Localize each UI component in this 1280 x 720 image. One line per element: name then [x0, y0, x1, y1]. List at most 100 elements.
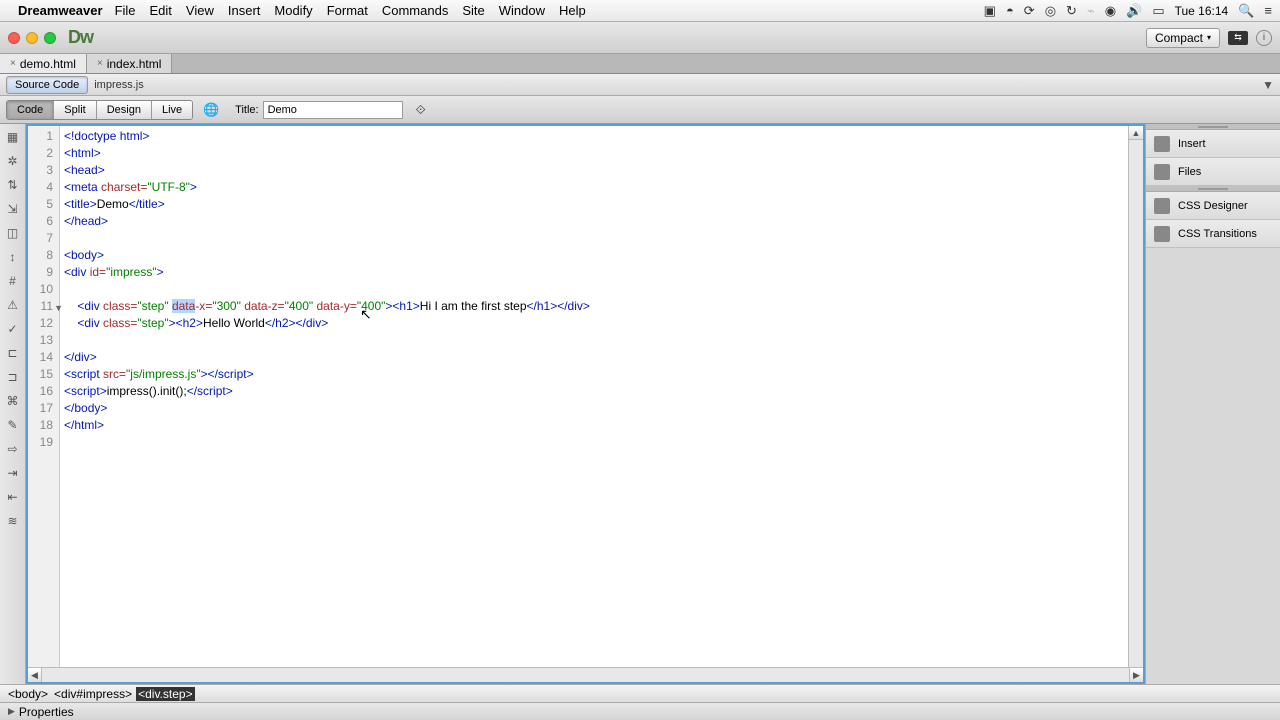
close-tab-icon[interactable]: ×	[97, 58, 103, 69]
help-icon[interactable]: i	[1256, 30, 1272, 46]
filter-icon[interactable]: ▼	[1262, 78, 1274, 92]
sync-settings-icon[interactable]: ⇆	[1228, 31, 1248, 45]
screen-icon[interactable]: ▣	[984, 3, 996, 19]
notifications-icon[interactable]: ≡	[1264, 3, 1272, 18]
wrap-tag-icon[interactable]: ⌘	[4, 392, 22, 410]
panel-insert[interactable]: Insert	[1146, 130, 1280, 158]
target-icon[interactable]: ◎	[1045, 3, 1056, 19]
panel-label: CSS Designer	[1178, 200, 1248, 212]
view-split-button[interactable]: Split	[54, 101, 96, 119]
collapse-icon[interactable]: ⇅	[4, 176, 22, 194]
menu-insert[interactable]: Insert	[228, 3, 261, 18]
volume-icon[interactable]: 🔊	[1126, 3, 1142, 19]
menu-window[interactable]: Window	[499, 3, 545, 18]
remove-comment-icon[interactable]: ⊐	[4, 368, 22, 386]
menu-modify[interactable]: Modify	[274, 3, 312, 18]
document-tabs: × demo.html × index.html	[0, 54, 1280, 74]
menu-site[interactable]: Site	[462, 3, 484, 18]
code-editor-body[interactable]: 1234567891011▼1213141516171819 <!doctype…	[28, 126, 1143, 667]
menu-view[interactable]: View	[186, 3, 214, 18]
workspace-switcher[interactable]: Compact ▾	[1146, 28, 1220, 48]
crumb-div-step[interactable]: <div.step>	[136, 687, 194, 701]
view-switcher: Code Split Design Live	[6, 100, 193, 120]
vertical-scrollbar[interactable]: ▲	[1128, 126, 1143, 667]
css-transitions-icon	[1154, 226, 1170, 242]
chevron-right-icon: ▶	[8, 706, 15, 717]
open-documents-icon[interactable]: ▦	[4, 128, 22, 146]
outdent-icon[interactable]: ⇤	[4, 488, 22, 506]
code-area[interactable]: <!doctype html><html><head><meta charset…	[60, 126, 1128, 667]
highlight-invalid-icon[interactable]: ⚠	[4, 296, 22, 314]
zoom-window-button[interactable]	[44, 32, 56, 44]
tab-demo-html[interactable]: × demo.html	[0, 54, 87, 73]
indent-icon[interactable]: ⇥	[4, 464, 22, 482]
document-toolbar: Code Split Design Live 🌐 Title: ⟐	[0, 96, 1280, 124]
menu-file[interactable]: File	[115, 3, 136, 18]
main-area: ▦ ✲ ⇅ ⇲ ◫ ↕ # ⚠ ✓ ⊏ ⊐ ⌘ ✎ ⇨ ⇥ ⇤ ≋ 123456…	[0, 124, 1280, 684]
line-number-gutter: 1234567891011▼1213141516171819	[28, 126, 60, 667]
close-tab-icon[interactable]: ×	[10, 58, 16, 69]
recent-snippets-icon[interactable]: ✎	[4, 416, 22, 434]
code-editor: 1234567891011▼1213141516171819 <!doctype…	[26, 124, 1145, 684]
cc-icon[interactable]: ◓	[1006, 3, 1014, 18]
menu-help[interactable]: Help	[559, 3, 586, 18]
line-numbers-icon[interactable]: #	[4, 272, 22, 290]
view-live-button[interactable]: Live	[152, 101, 192, 119]
insert-icon	[1154, 136, 1170, 152]
format-source-icon[interactable]: ≋	[4, 512, 22, 530]
properties-panel-header[interactable]: ▶ Properties	[0, 702, 1280, 720]
battery-icon[interactable]: ▭	[1152, 3, 1164, 19]
close-window-button[interactable]	[8, 32, 20, 44]
select-parent-icon[interactable]: ◫	[4, 224, 22, 242]
coding-toolbar: ▦ ✲ ⇅ ⇲ ◫ ↕ # ⚠ ✓ ⊏ ⊐ ⌘ ✎ ⇨ ⇥ ⇤ ≋	[0, 124, 26, 684]
menubar-clock[interactable]: Tue 16:14	[1175, 4, 1229, 18]
panel-css-transitions[interactable]: CSS Transitions	[1146, 220, 1280, 248]
minimize-window-button[interactable]	[26, 32, 38, 44]
syntax-error-icon[interactable]: ✓	[4, 320, 22, 338]
crumb-div-impress[interactable]: <div#impress>	[52, 687, 134, 701]
source-code-button[interactable]: Source Code	[6, 76, 88, 94]
scroll-right-arrow[interactable]: ▶	[1129, 668, 1143, 682]
dreamweaver-logo: Dw	[68, 27, 93, 48]
view-design-button[interactable]: Design	[97, 101, 152, 119]
menu-commands[interactable]: Commands	[382, 3, 448, 18]
expand-all-icon[interactable]: ⇲	[4, 200, 22, 218]
tag-selector-breadcrumb: <body> <div#impress> <div.step>	[0, 684, 1280, 702]
view-code-button[interactable]: Code	[7, 101, 54, 119]
wifi-icon[interactable]: ◉	[1105, 3, 1116, 19]
tab-label: index.html	[107, 57, 162, 71]
traffic-lights	[8, 32, 56, 44]
spotlight-icon[interactable]: 🔍	[1238, 3, 1254, 19]
move-css-icon[interactable]: ⇨	[4, 440, 22, 458]
crumb-body[interactable]: <body>	[6, 687, 50, 701]
show-code-navigator-icon[interactable]: ✲	[4, 152, 22, 170]
apply-comment-icon[interactable]: ⊏	[4, 344, 22, 362]
scroll-up-arrow[interactable]: ▲	[1129, 126, 1143, 140]
menu-edit[interactable]: Edit	[150, 3, 172, 18]
files-icon	[1154, 164, 1170, 180]
title-input[interactable]	[263, 101, 403, 119]
panel-label: CSS Transitions	[1178, 228, 1257, 240]
tab-index-html[interactable]: × index.html	[87, 54, 173, 73]
scroll-left-arrow[interactable]: ◀	[28, 668, 42, 682]
right-panel-dock: Insert Files CSS Designer CSS Transition…	[1145, 124, 1280, 684]
horizontal-scrollbar[interactable]: ◀ ▶	[28, 667, 1143, 682]
bluetooth-icon[interactable]: ⌁	[1087, 3, 1095, 19]
properties-label: Properties	[19, 705, 74, 719]
related-files-bar: Source Code impress.js ▼	[0, 74, 1280, 96]
window-titlebar: Dw Compact ▾ ⇆ i	[0, 22, 1280, 54]
preview-icon[interactable]: ⟐	[411, 100, 431, 120]
sync-status-icon[interactable]: ⟳	[1024, 3, 1035, 19]
css-designer-icon	[1154, 198, 1170, 214]
panel-css-designer[interactable]: CSS Designer	[1146, 192, 1280, 220]
related-file-impress-js[interactable]: impress.js	[94, 79, 144, 91]
menu-format[interactable]: Format	[327, 3, 368, 18]
panel-label: Insert	[1178, 138, 1206, 150]
panel-files[interactable]: Files	[1146, 158, 1280, 186]
panel-label: Files	[1178, 166, 1201, 178]
timemachine-icon[interactable]: ↻	[1066, 3, 1077, 19]
workspace-label: Compact	[1155, 31, 1203, 45]
app-name: Dreamweaver	[18, 3, 103, 18]
globe-icon[interactable]: 🌐	[201, 100, 221, 120]
balance-braces-icon[interactable]: ↕	[4, 248, 22, 266]
